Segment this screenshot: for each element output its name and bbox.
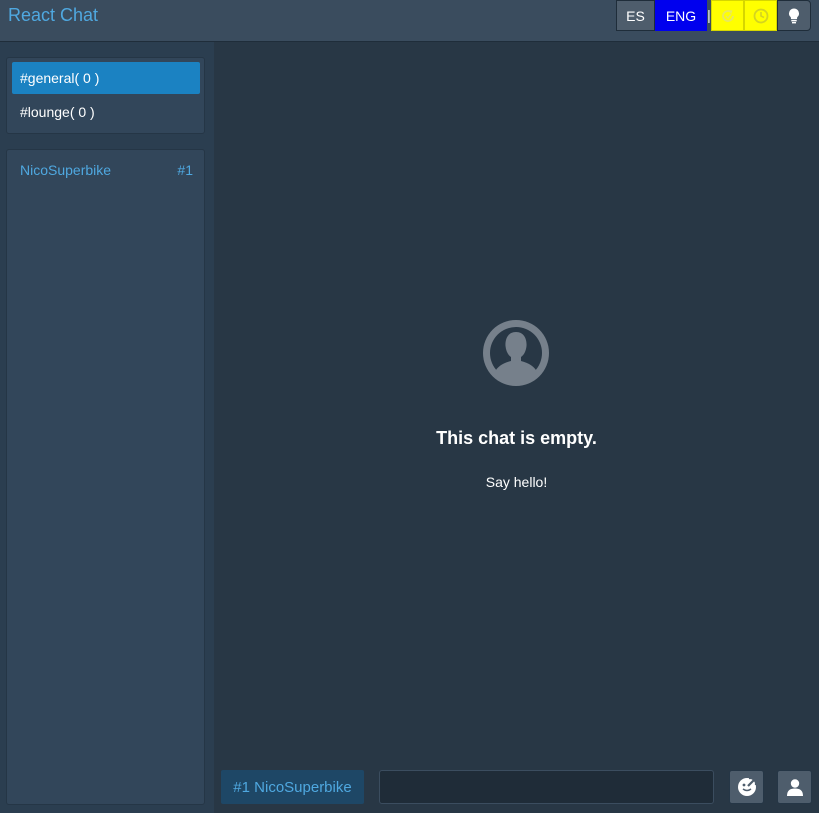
refresh-button[interactable] bbox=[711, 0, 744, 31]
user-number: #1 bbox=[177, 162, 193, 178]
lightbulb-icon bbox=[789, 8, 799, 23]
lightbulb-button[interactable] bbox=[777, 0, 811, 31]
channel-item-lounge[interactable]: #lounge( 0 ) bbox=[12, 96, 200, 128]
user-name: NicoSuperbike bbox=[20, 162, 112, 178]
clock-button[interactable] bbox=[744, 0, 777, 31]
clock-icon bbox=[753, 8, 768, 23]
message-input[interactable] bbox=[379, 770, 714, 804]
profile-button[interactable] bbox=[777, 770, 812, 804]
user-avatar-icon bbox=[483, 320, 549, 386]
top-navbar: React Chat ES ENG | bbox=[0, 0, 819, 42]
user-list-item[interactable]: NicoSuperbike #1 bbox=[20, 162, 193, 182]
app-title[interactable]: React Chat bbox=[8, 4, 98, 26]
emoji-icon bbox=[737, 776, 757, 796]
channel-list: #general( 0 ) #lounge( 0 ) bbox=[6, 57, 205, 134]
user-list: NicoSuperbike #1 bbox=[6, 149, 205, 805]
lang-es-button[interactable]: ES bbox=[616, 0, 655, 31]
empty-chat-subtitle: Say hello! bbox=[485, 474, 548, 490]
user-icon bbox=[786, 779, 803, 796]
empty-chat-title: This chat is empty. bbox=[436, 428, 597, 448]
emoji-button[interactable] bbox=[729, 770, 764, 804]
chat-area: This chat is empty. Say hello! #1 NicoSu… bbox=[214, 42, 819, 813]
channel-item-general[interactable]: #general( 0 ) bbox=[12, 62, 200, 94]
refresh-icon bbox=[721, 9, 734, 22]
current-user-badge[interactable]: #1 NicoSuperbike bbox=[221, 770, 364, 804]
lang-eng-button[interactable]: ENG bbox=[655, 0, 707, 31]
